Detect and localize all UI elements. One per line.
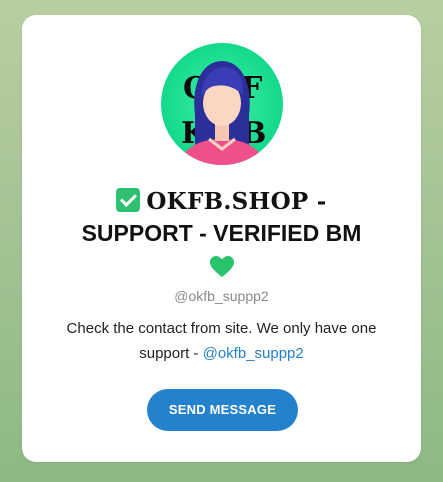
profile-title-brand: OKFB.SHOP - — [146, 188, 327, 215]
check-box-icon — [116, 188, 141, 212]
profile-title-line1: OKFB.SHOP - — [22, 186, 421, 217]
profile-card: O F K B OKFB.SHOP - SUPPORT - VERIFIED B… — [22, 15, 421, 462]
profile-description-link[interactable]: @okfb_suppp2 — [203, 345, 304, 362]
okfb-avatar-woman-icon: O F K B — [161, 43, 283, 165]
green-heart-icon — [209, 255, 235, 279]
send-message-button[interactable]: SEND MESSAGE — [147, 389, 298, 431]
profile-description: Check the contact from site. We only hav… — [42, 316, 401, 366]
profile-username: @okfb_suppp2 — [174, 288, 269, 304]
profile-title-line2: SUPPORT - VERIFIED BM — [81, 220, 362, 246]
